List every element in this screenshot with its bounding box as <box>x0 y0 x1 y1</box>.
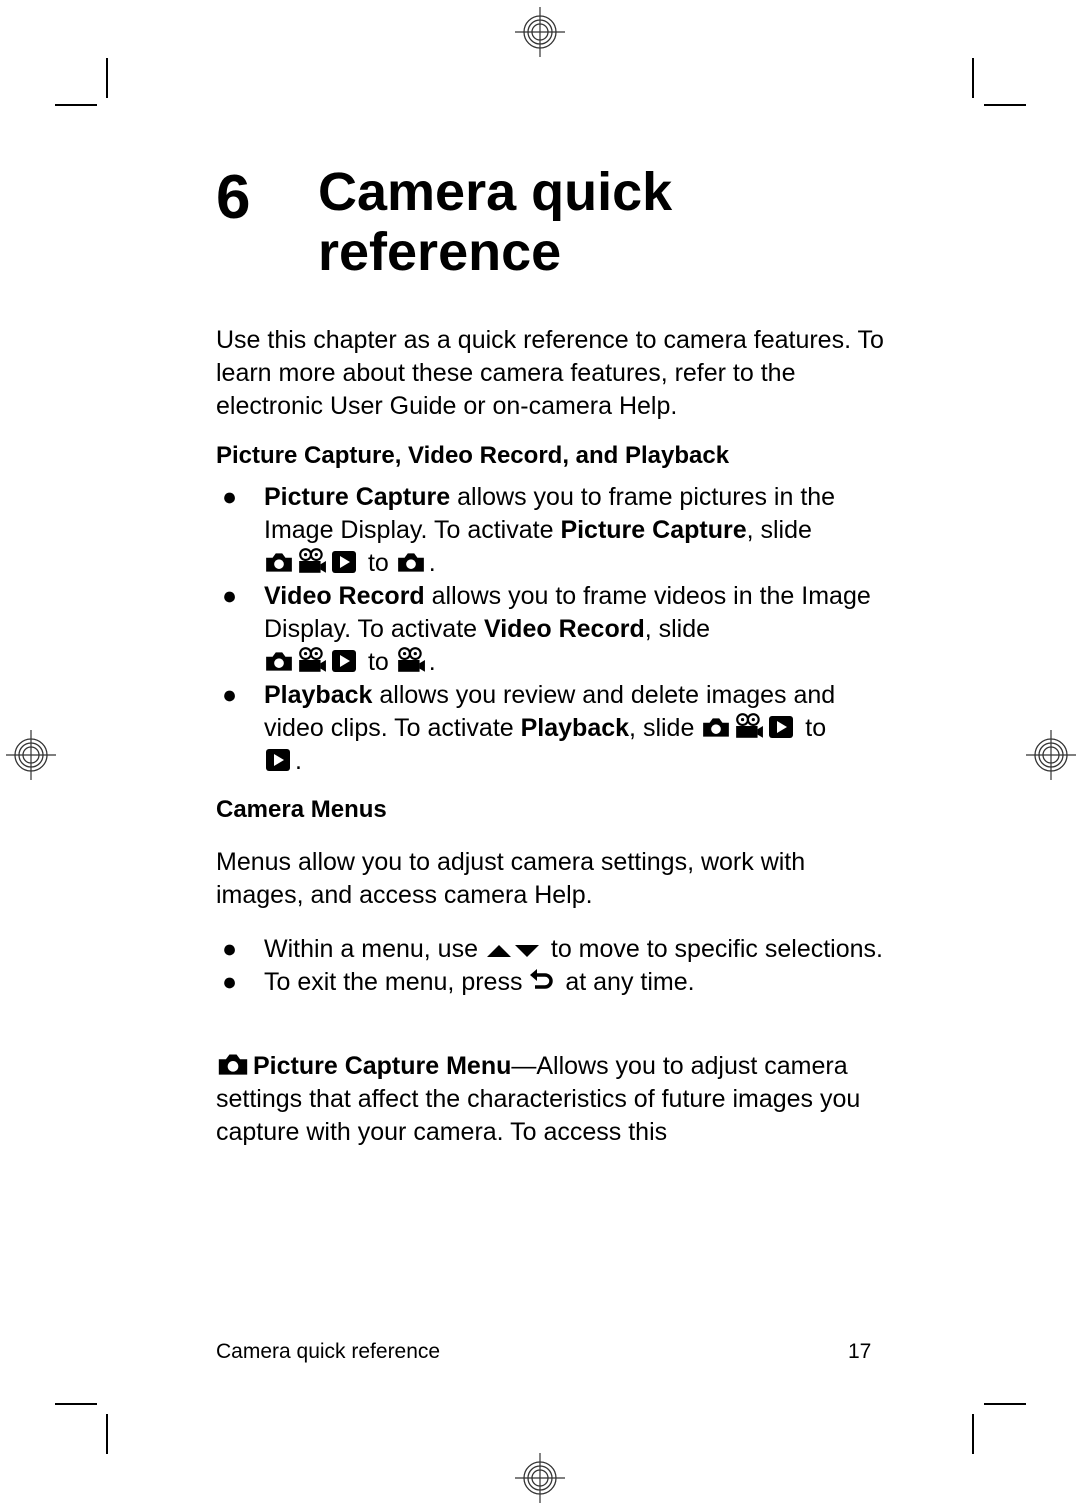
bullet: ● <box>222 582 238 610</box>
chapter-title-line2: reference <box>318 222 562 282</box>
text: . <box>428 549 436 577</box>
registration-mark-icon <box>1026 730 1076 780</box>
term: Picture Capture <box>264 483 451 511</box>
text: , slide <box>629 714 702 742</box>
term: Video Record <box>484 615 645 643</box>
bullet: ● <box>222 968 238 996</box>
picture-capture-menu-paragraph: Picture Capture Menu—Allows you to adjus… <box>216 1050 896 1149</box>
mode-list: ● Picture Capture allows you to frame pi… <box>216 481 896 778</box>
video-camera-icon <box>297 548 327 574</box>
list-item: ● Picture Capture allows you to frame pi… <box>216 481 896 580</box>
list-item: ● To exit the menu, press at any time. <box>216 966 896 999</box>
text: Within a menu, use <box>264 935 485 963</box>
page-number: 17 <box>848 1340 872 1363</box>
crop-mark <box>984 1403 1026 1405</box>
list-item: ● Playback allows you review and delete … <box>216 679 896 778</box>
registration-mark-icon <box>515 1453 565 1503</box>
crop-mark <box>106 1414 108 1454</box>
video-camera-icon <box>297 647 327 673</box>
menu-title: Picture Capture Menu <box>253 1052 512 1080</box>
term: Video Record <box>264 582 425 610</box>
chapter-title-line1: Camera quick <box>318 162 673 222</box>
play-icon <box>330 550 358 574</box>
crop-mark <box>972 58 974 98</box>
crop-mark <box>106 58 108 98</box>
camera-icon <box>264 550 294 574</box>
video-camera-icon <box>734 713 764 739</box>
camera-icon <box>396 550 426 574</box>
registration-mark-icon <box>6 730 56 780</box>
footer-title: Camera quick reference <box>216 1340 441 1363</box>
crop-mark <box>972 1414 974 1454</box>
menus-intro: Menus allow you to adjust camera setting… <box>216 848 806 909</box>
up-down-arrows-icon <box>486 945 539 957</box>
chapter-number: 6 <box>216 163 251 232</box>
text: , slide <box>746 516 812 544</box>
play-icon <box>767 715 795 739</box>
text: at any time. <box>558 968 695 996</box>
text: to move to specific selections. <box>543 935 883 963</box>
bullet: ● <box>222 483 238 511</box>
crop-mark <box>55 104 97 106</box>
list-item: ● Video Record allows you to frame video… <box>216 580 896 679</box>
text: to <box>798 714 827 742</box>
intro-paragraph: Use this chapter as a quick reference to… <box>216 326 884 420</box>
crop-mark <box>984 104 1026 106</box>
crop-mark <box>55 1403 97 1405</box>
text: to <box>361 549 396 577</box>
chapter-title: Camera quick reference <box>318 162 672 282</box>
term: Playback <box>520 714 630 742</box>
play-icon <box>330 649 358 673</box>
section-heading: Camera Menus <box>216 796 387 823</box>
term: Playback <box>264 681 373 709</box>
bullet: ● <box>222 681 238 709</box>
list-item: ● Within a menu, use to move to specific… <box>216 933 896 966</box>
registration-mark-icon <box>515 7 565 57</box>
bullet: ● <box>222 935 238 963</box>
text: . <box>428 648 436 676</box>
text: to <box>361 648 396 676</box>
play-icon <box>264 748 292 772</box>
video-camera-icon <box>396 647 426 673</box>
text: To exit the menu, press <box>264 968 530 996</box>
camera-icon <box>216 1051 250 1077</box>
camera-icon <box>264 649 294 673</box>
menu-list: ● Within a menu, use to move to specific… <box>216 933 896 999</box>
back-arrow-icon <box>530 969 554 989</box>
text: , slide <box>644 615 711 643</box>
section-heading: Picture Capture, Video Record, and Playb… <box>216 442 730 469</box>
text: . <box>295 747 302 775</box>
term: Picture Capture <box>560 516 747 544</box>
camera-icon <box>701 715 731 739</box>
